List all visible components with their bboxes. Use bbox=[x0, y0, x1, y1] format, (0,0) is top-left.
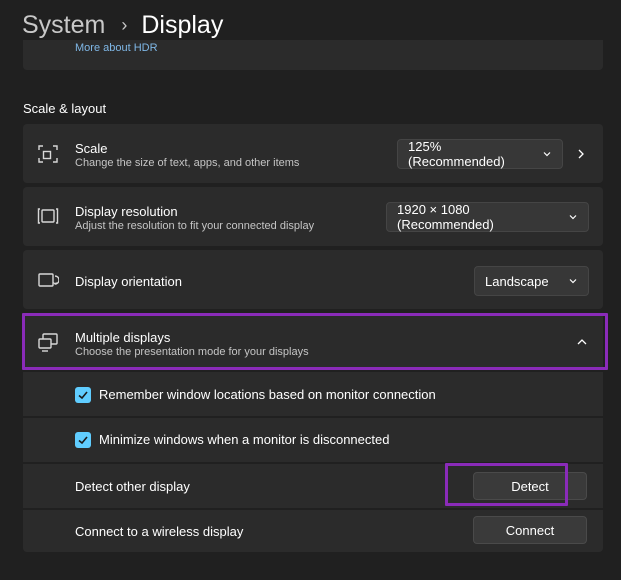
chevron-down-icon bbox=[543, 152, 551, 157]
remember-window-locations-checkbox[interactable] bbox=[75, 387, 91, 403]
hdr-card: More about HDR bbox=[23, 40, 603, 70]
checkmark-icon bbox=[78, 436, 88, 445]
scale-title: Scale bbox=[75, 141, 108, 156]
chevron-down-icon bbox=[569, 215, 577, 220]
connect-wireless-display-row: Connect to a wireless display Connect bbox=[23, 510, 603, 552]
display-orientation-icon bbox=[38, 273, 59, 287]
scale-dropdown-value: 125% (Recommended) bbox=[408, 139, 505, 169]
chevron-down-icon bbox=[569, 279, 577, 284]
minimize-windows-row: Minimize windows when a monitor is disco… bbox=[23, 418, 603, 462]
display-resolution-icon bbox=[37, 208, 59, 224]
breadcrumb: System › Display bbox=[22, 8, 223, 42]
breadcrumb-separator-icon: › bbox=[121, 14, 128, 35]
display-orientation-title: Display orientation bbox=[75, 274, 182, 289]
scale-subtitle: Change the size of text, apps, and other… bbox=[75, 157, 300, 169]
minimize-windows-checkbox[interactable] bbox=[75, 432, 91, 448]
breadcrumb-system[interactable]: System bbox=[22, 11, 105, 40]
section-title-scale-layout: Scale & layout bbox=[23, 101, 107, 116]
display-resolution-card: Display resolution Adjust the resolution… bbox=[23, 187, 603, 246]
display-resolution-dropdown[interactable]: 1920 × 1080 (Recommended) bbox=[386, 202, 589, 232]
scale-icon bbox=[38, 145, 58, 163]
scale-card[interactable]: Scale Change the size of text, apps, and… bbox=[23, 124, 603, 183]
display-resolution-title: Display resolution bbox=[75, 204, 178, 219]
connect-button[interactable]: Connect bbox=[473, 516, 587, 544]
scale-dropdown[interactable]: 125% (Recommended) bbox=[397, 139, 563, 169]
display-orientation-card: Display orientation Landscape bbox=[23, 250, 603, 309]
remember-window-locations-label: Remember window locations based on monit… bbox=[99, 387, 436, 402]
remember-window-locations-row: Remember window locations based on monit… bbox=[23, 372, 603, 416]
detect-button-highlight bbox=[445, 463, 568, 506]
chevron-right-icon[interactable] bbox=[576, 148, 586, 160]
display-resolution-subtitle: Adjust the resolution to fit your connec… bbox=[75, 220, 315, 232]
more-about-hdr-link[interactable]: More about HDR bbox=[75, 42, 158, 54]
display-orientation-dropdown-value: Landscape bbox=[485, 273, 549, 289]
connect-wireless-display-label: Connect to a wireless display bbox=[75, 524, 244, 539]
detect-other-display-label: Detect other display bbox=[75, 479, 190, 494]
checkmark-icon bbox=[78, 391, 88, 400]
page-title: Display bbox=[141, 10, 224, 39]
minimize-windows-label: Minimize windows when a monitor is disco… bbox=[99, 432, 390, 447]
multiple-displays-highlight bbox=[22, 313, 608, 370]
display-orientation-dropdown[interactable]: Landscape bbox=[474, 266, 589, 296]
display-resolution-dropdown-value: 1920 × 1080 (Recommended) bbox=[397, 202, 494, 232]
